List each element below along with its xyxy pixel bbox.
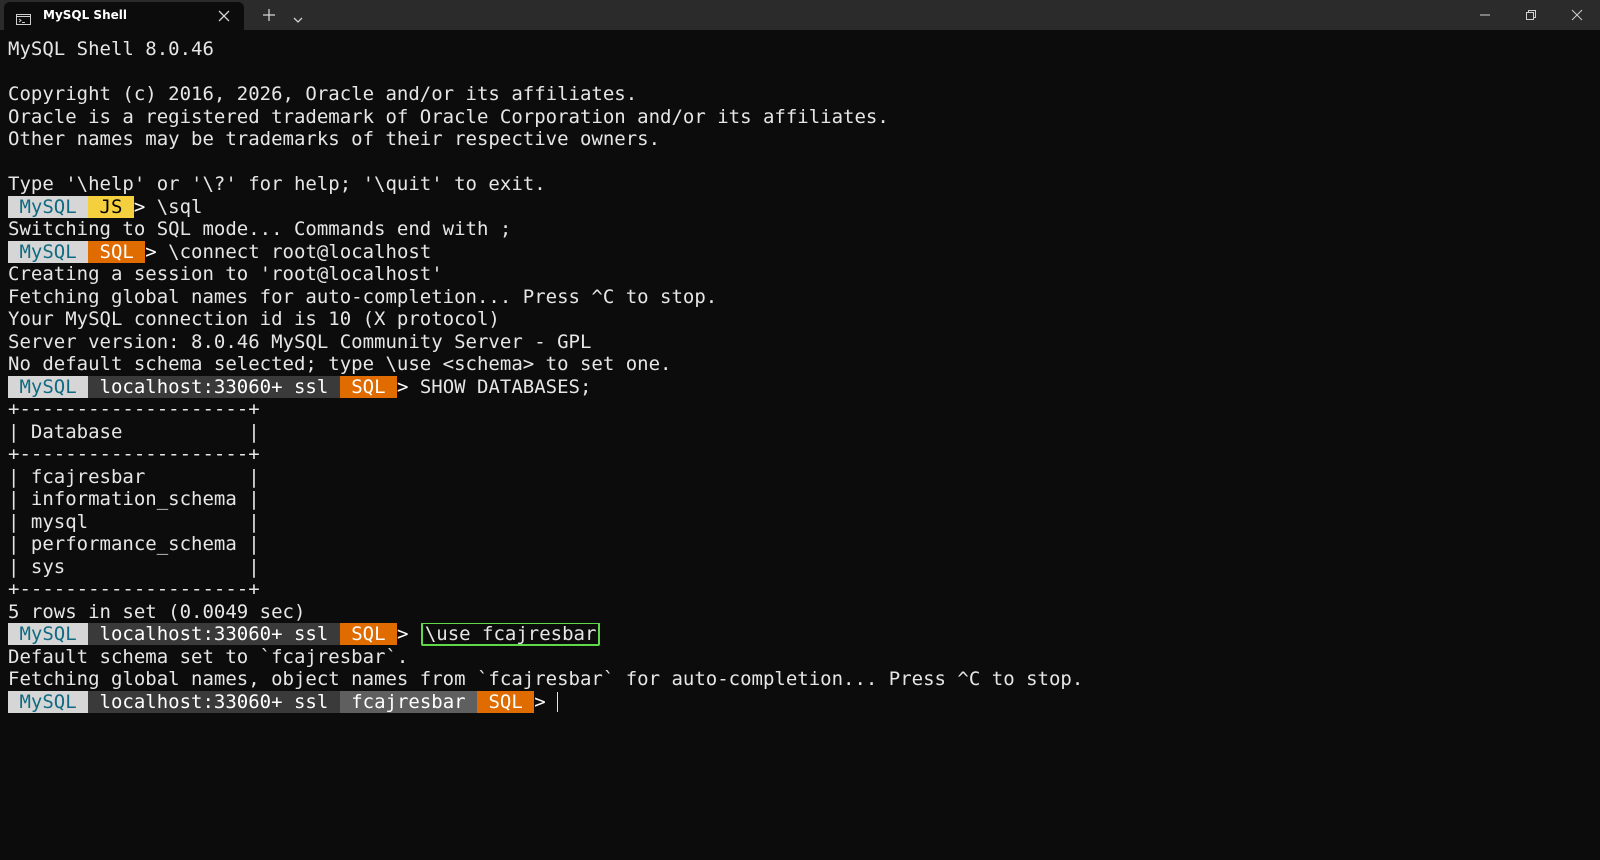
prompt-host-segment: localhost:33060+ ssl — [88, 375, 340, 398]
text-cursor[interactable] — [557, 691, 559, 712]
minimize-icon — [1480, 14, 1490, 16]
title-bar: MySQL Shell — [0, 0, 1600, 30]
prompt-arrow: > — [396, 375, 420, 398]
prompt-mode-segment: JS — [88, 195, 134, 218]
prompt-line: MySQL localhost:33060+ ssl SQL > \use fc… — [8, 623, 1588, 646]
row-count-line: 5 rows in set (0.0049 sec) — [8, 600, 306, 623]
terminal-icon — [16, 10, 31, 25]
command-text: SHOW DATABASES; — [419, 375, 592, 398]
output-line: Switching to SQL mode... Commands end wi… — [8, 218, 512, 240]
restore-icon — [1526, 10, 1536, 20]
prompt-arrow: > — [133, 195, 157, 218]
output-line: No default schema selected; type \use <s… — [8, 353, 672, 375]
close-icon — [1571, 9, 1583, 21]
minimize-button[interactable] — [1462, 0, 1508, 30]
trademark-line: Oracle is a registered trademark of Orac… — [8, 105, 889, 128]
tab-title: MySQL Shell — [43, 8, 127, 22]
help-hint-line: Type '\help' or '\?' for help; '\quit' t… — [8, 173, 546, 195]
prompt-host-segment: localhost:33060+ ssl — [88, 690, 340, 713]
table-row: | sys | — [8, 555, 260, 578]
prompt-line: MySQL SQL > \connect root@localhost — [8, 240, 1588, 264]
close-tab-icon[interactable] — [216, 8, 232, 24]
prompt-mysql-segment: MySQL — [8, 240, 89, 263]
output-line: Fetching global names, object names from… — [8, 668, 1084, 690]
prompt-mode-segment: SQL — [88, 240, 146, 263]
highlighted-command: \use fcajresbar — [420, 623, 601, 646]
table-border: +--------------------+ — [8, 398, 260, 420]
terminal-window: MySQL Shell MySQL Shell 8.0.46 Copyright… — [0, 0, 1600, 860]
tab-mysql-shell[interactable]: MySQL Shell — [4, 2, 244, 30]
plus-icon[interactable] — [261, 7, 277, 23]
prompt-arrow: > — [534, 690, 558, 713]
banner-line: MySQL Shell 8.0.46 — [8, 38, 214, 60]
prompt-schema-segment: fcajresbar — [339, 690, 478, 713]
command-text: \sql — [156, 195, 203, 218]
prompt-mode-segment: SQL — [339, 623, 397, 645]
prompt-mysql-segment: MySQL — [8, 623, 89, 645]
prompt-mode-segment: SQL — [339, 375, 397, 398]
prompt-line: MySQL JS > \sql — [8, 195, 1588, 219]
prompt-mysql-segment: MySQL — [8, 195, 89, 218]
prompt-mysql-segment: MySQL — [8, 375, 89, 398]
table-header: | Database | — [8, 420, 260, 443]
output-line: Fetching global names for auto-completio… — [8, 285, 718, 308]
chevron-down-icon[interactable] — [292, 10, 304, 23]
close-window-button[interactable] — [1554, 0, 1600, 30]
trademark-line-2: Other names may be trademarks of their r… — [8, 128, 661, 150]
table-row: | information_schema | — [8, 488, 260, 510]
output-line: Server version: 8.0.46 MySQL Community S… — [8, 330, 592, 353]
prompt-line: MySQL localhost:33060+ ssl SQL > SHOW DA… — [8, 375, 1588, 399]
prompt-mode-segment: SQL — [477, 690, 535, 713]
table-border: +--------------------+ — [8, 578, 260, 600]
prompt-arrow: > — [145, 240, 169, 263]
command-text: \connect root@localhost — [168, 240, 432, 263]
output-line: Your MySQL connection id is 10 (X protoc… — [8, 308, 500, 330]
table-row: | mysql | — [8, 510, 260, 533]
prompt-mysql-segment: MySQL — [8, 690, 89, 713]
copyright-line: Copyright (c) 2016, 2026, Oracle and/or … — [8, 83, 638, 105]
prompt-arrow: > — [396, 623, 420, 645]
restore-button[interactable] — [1508, 0, 1554, 30]
output-line: Creating a session to 'root@localhost' — [8, 263, 443, 285]
output-line: Default schema set to `fcajresbar`. — [8, 645, 409, 668]
table-row: | performance_schema | — [8, 533, 260, 555]
terminal-output[interactable]: MySQL Shell 8.0.46 Copyright (c) 2016, 2… — [8, 38, 1588, 848]
active-prompt-line[interactable]: MySQL localhost:33060+ ssl fcajresbar SQ… — [8, 690, 1588, 714]
table-row: | fcajresbar | — [8, 465, 260, 488]
prompt-host-segment: localhost:33060+ ssl — [88, 623, 340, 645]
table-border: +--------------------+ — [8, 443, 260, 465]
